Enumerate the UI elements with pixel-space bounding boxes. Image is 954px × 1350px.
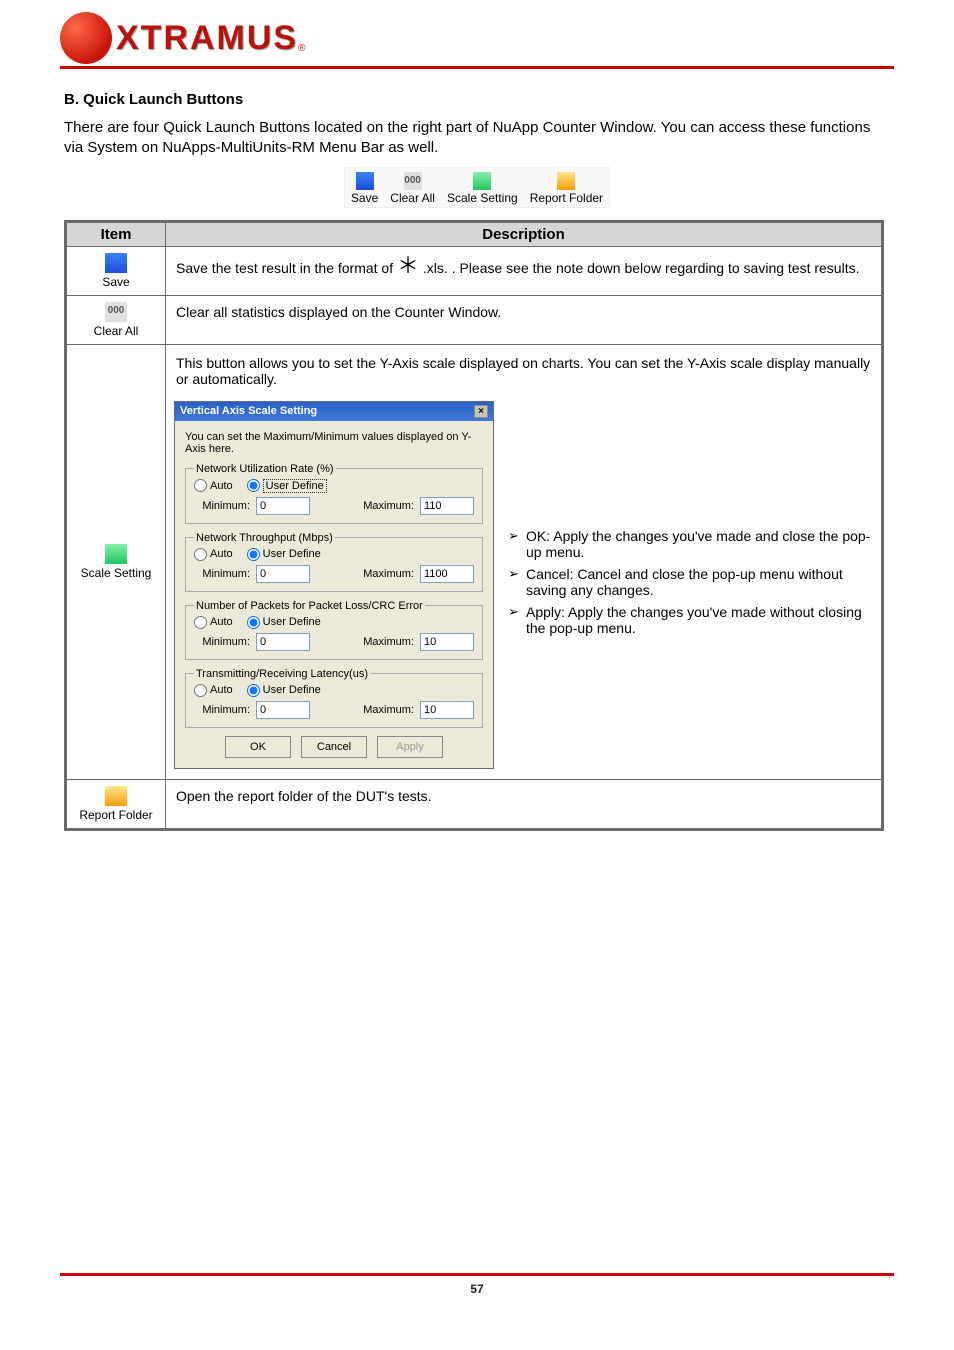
logo: XTRAMUS ® — [60, 12, 894, 64]
save-icon — [105, 253, 127, 273]
maximum-label: Maximum: — [358, 500, 414, 512]
row-clear-label: Clear All — [94, 324, 139, 338]
footer-rule — [60, 1273, 894, 1276]
row-save-label: Save — [102, 275, 129, 289]
maximum-label: Maximum: — [358, 636, 414, 648]
save-icon — [356, 172, 374, 190]
page-number: 57 — [0, 1282, 954, 1296]
section-heading: B. Quick Launch Buttons — [64, 91, 954, 108]
table-row: Save Save the test result in the format … — [66, 246, 883, 295]
row-report-label: Report Folder — [79, 808, 152, 822]
clearall-icon: 000 — [404, 172, 422, 190]
header-rule — [60, 66, 894, 69]
close-icon[interactable]: × — [474, 405, 488, 418]
group-network-utilization: Network Utilization Rate (%) Auto User D… — [185, 463, 483, 524]
bullet-cancel: Cancel: Cancel and close the pop-up menu… — [508, 566, 873, 598]
maximum-input[interactable] — [420, 701, 474, 719]
toolbar-reportfolder-label: Report Folder — [530, 191, 603, 205]
section-intro: There are four Quick Launch Buttons loca… — [64, 118, 890, 159]
auto-radio[interactable]: Auto — [194, 479, 233, 492]
quick-launch-table: Item Description Save Save the test resu… — [64, 220, 884, 831]
row-report-item: Report Folder — [66, 779, 166, 829]
table-row: Scale Setting This button allows you to … — [66, 344, 883, 779]
toolbar-scale-label: Scale Setting — [447, 191, 518, 205]
folder-icon — [105, 786, 127, 806]
maximum-input[interactable] — [420, 497, 474, 515]
asterisk-icon: ＊ — [397, 253, 419, 278]
userdefine-radio[interactable]: User Define — [247, 479, 327, 493]
toolbar-illustration: Save 000 Clear All Scale Setting Report … — [0, 167, 954, 208]
toolbar-scale-button[interactable]: Scale Setting — [441, 168, 524, 207]
toolbar-reportfolder-button[interactable]: Report Folder — [524, 168, 609, 207]
group-legend: Network Utilization Rate (%) — [194, 463, 336, 475]
save-desc-text: Save the test result in the format of — [176, 260, 393, 276]
maximum-label: Maximum: — [358, 704, 414, 716]
row-report-desc: Open the report folder of the DUT's test… — [166, 779, 883, 829]
table-row: 000 Clear All Clear all statistics displ… — [66, 295, 883, 344]
scale-bullets: OK: Apply the changes you've made and cl… — [508, 528, 873, 642]
logo-icon — [60, 12, 112, 64]
table-header-row: Item Description — [66, 221, 883, 246]
header-description: Description — [166, 221, 883, 246]
scale-icon — [105, 544, 127, 564]
maximum-input[interactable] — [420, 565, 474, 583]
group-latency: Transmitting/Receiving Latency(us) Auto … — [185, 668, 483, 728]
group-network-throughput: Network Throughput (Mbps) Auto User Defi… — [185, 532, 483, 592]
auto-radio[interactable]: Auto — [194, 684, 233, 697]
group-legend: Number of Packets for Packet Loss/CRC Er… — [194, 600, 425, 612]
registered-icon: ® — [298, 43, 305, 54]
row-save-item: Save — [66, 246, 166, 295]
bullet-apply: Apply: Apply the changes you've made wit… — [508, 604, 873, 636]
save-desc-ext: .xls. — [423, 260, 448, 276]
toolbar-save-button[interactable]: Save — [345, 168, 384, 207]
minimum-label: Minimum: — [194, 568, 250, 580]
row-scale-item: Scale Setting — [66, 344, 166, 779]
table-row: Report Folder Open the report folder of … — [66, 779, 883, 829]
minimum-input[interactable] — [256, 633, 310, 651]
maximum-input[interactable] — [420, 633, 474, 651]
group-legend: Network Throughput (Mbps) — [194, 532, 335, 544]
group-legend: Transmitting/Receiving Latency(us) — [194, 668, 370, 680]
ok-button[interactable]: OK — [225, 736, 291, 758]
userdefine-radio[interactable]: User Define — [247, 616, 321, 629]
row-clear-item: 000 Clear All — [66, 295, 166, 344]
userdefine-radio[interactable]: User Define — [247, 684, 321, 697]
auto-radio[interactable]: Auto — [194, 616, 233, 629]
dialog-titlebar: Vertical Axis Scale Setting × — [175, 402, 493, 421]
group-packet-loss: Number of Packets for Packet Loss/CRC Er… — [185, 600, 483, 660]
clearall-icon: 000 — [105, 302, 127, 322]
save-desc-note: . Please see the note down below regardi… — [452, 260, 860, 276]
page-header: XTRAMUS ® — [0, 0, 954, 64]
toolbar-clearall-button[interactable]: 000 Clear All — [384, 168, 441, 207]
cancel-button[interactable]: Cancel — [301, 736, 367, 758]
vertical-axis-dialog: Vertical Axis Scale Setting × You can se… — [174, 401, 494, 769]
logo-text: XTRAMUS — [116, 19, 298, 58]
dialog-intro: You can set the Maximum/Minimum values d… — [185, 431, 483, 455]
row-scale-label: Scale Setting — [81, 566, 152, 580]
apply-button[interactable]: Apply — [377, 736, 443, 758]
row-clear-desc: Clear all statistics displayed on the Co… — [166, 295, 883, 344]
minimum-label: Minimum: — [194, 500, 250, 512]
toolbar-save-label: Save — [351, 191, 378, 205]
minimum-input[interactable] — [256, 497, 310, 515]
minimum-input[interactable] — [256, 701, 310, 719]
userdefine-radio[interactable]: User Define — [247, 548, 321, 561]
maximum-label: Maximum: — [358, 568, 414, 580]
row-save-desc: Save the test result in the format of ＊ … — [166, 246, 883, 295]
minimum-input[interactable] — [256, 565, 310, 583]
minimum-label: Minimum: — [194, 704, 250, 716]
folder-icon — [557, 172, 575, 190]
toolbar-clearall-label: Clear All — [390, 191, 435, 205]
dialog-title: Vertical Axis Scale Setting — [180, 405, 317, 417]
scale-icon — [473, 172, 491, 190]
row-scale-desc: This button allows you to set the Y-Axis… — [166, 344, 883, 779]
bullet-ok: OK: Apply the changes you've made and cl… — [508, 528, 873, 560]
scale-intro: This button allows you to set the Y-Axis… — [176, 355, 871, 387]
minimum-label: Minimum: — [194, 636, 250, 648]
auto-radio[interactable]: Auto — [194, 548, 233, 561]
header-item: Item — [66, 221, 166, 246]
